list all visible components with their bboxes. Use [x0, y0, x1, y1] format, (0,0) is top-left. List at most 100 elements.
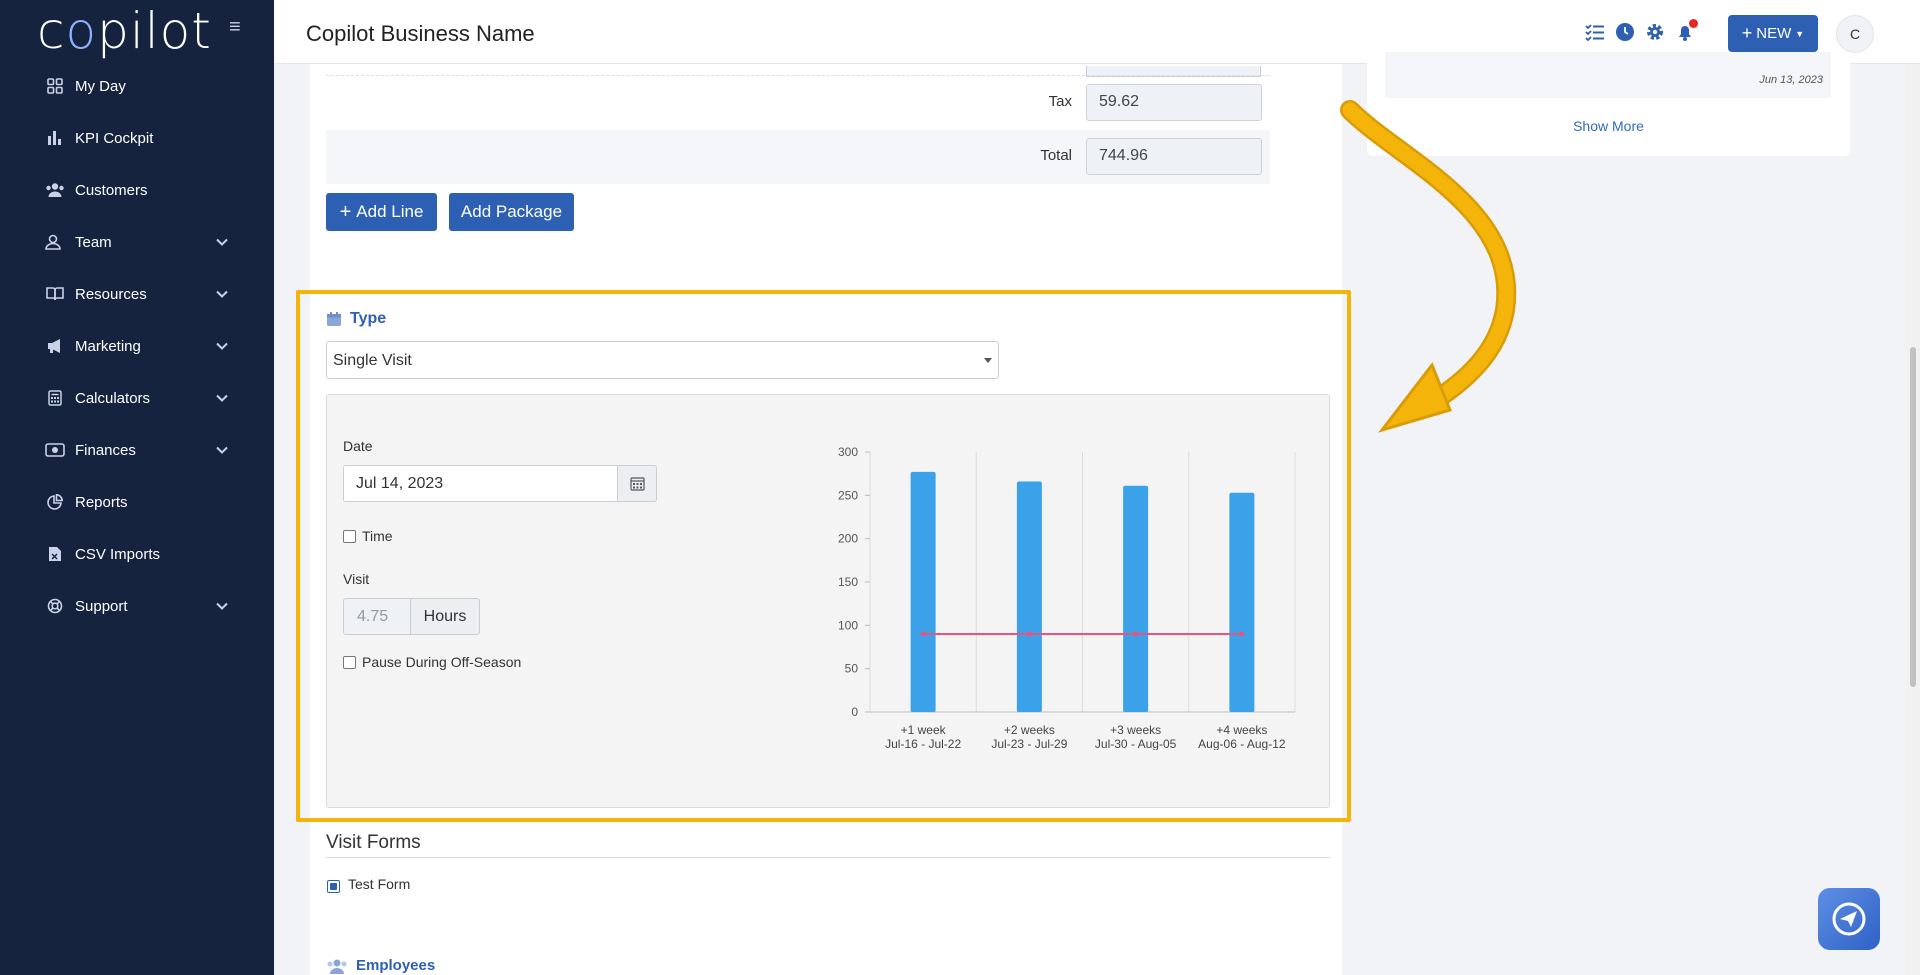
employees-heading: Employees — [326, 957, 435, 974]
x-tick-label: +1 week — [901, 723, 947, 737]
visit-label: Visit — [343, 571, 370, 587]
x-tick-sublabel: Jul-23 - Jul-29 — [991, 737, 1067, 750]
sidebar-item-customers[interactable]: Customers — [0, 164, 274, 216]
visit-hours-input[interactable]: 4.75 — [343, 598, 411, 635]
x-tick-label: +2 weeks — [1004, 723, 1055, 737]
notification-dot — [1689, 19, 1698, 28]
x-tick-sublabel: Jul-30 - Aug-05 — [1095, 737, 1177, 750]
add-line-button[interactable]: + Add Line — [326, 193, 437, 231]
y-tick-label: 100 — [838, 618, 858, 632]
copilot-logo[interactable]: copilot — [37, 2, 212, 60]
bar-chart-icon — [45, 128, 65, 148]
checklist-icon[interactable] — [1584, 21, 1606, 43]
book-icon — [45, 284, 65, 304]
calendar-icon — [629, 477, 645, 491]
sidebar-item-support[interactable]: Support — [0, 580, 274, 632]
sidebar-item-csv-imports[interactable]: CSV Imports — [0, 528, 274, 580]
avatar[interactable]: C — [1836, 15, 1874, 53]
calendar-icon — [327, 312, 341, 326]
bell-icon[interactable] — [1674, 19, 1698, 43]
scrollbar-thumb[interactable] — [1910, 347, 1916, 687]
chevron-down-icon — [215, 235, 229, 249]
calendar-picker-button[interactable] — [617, 465, 657, 502]
chevron-down-icon — [215, 339, 229, 353]
y-tick-label: 250 — [838, 488, 858, 502]
type-heading: Type — [326, 310, 386, 328]
pause-off-season-checkbox[interactable] — [343, 656, 356, 669]
x-tick-label: +4 weeks — [1216, 723, 1267, 737]
tax-input[interactable]: 59.62 — [1086, 84, 1262, 121]
threshold-point — [920, 631, 926, 637]
y-tick-label: 0 — [851, 705, 858, 719]
bh-forecast-chart: 050100150200250300BH+1 weekJul-16 - Jul-… — [838, 445, 1296, 750]
callout-arrow — [1340, 100, 1517, 433]
users-icon — [45, 180, 65, 200]
threshold-point — [1133, 631, 1139, 637]
file-csv-icon — [45, 544, 65, 564]
business-name: Copilot Business Name — [306, 21, 535, 46]
total-input[interactable]: 744.96 — [1086, 138, 1262, 175]
pause-off-season-label: Pause During Off-Season — [362, 654, 522, 670]
sidebar-item-label: Calculators — [75, 389, 151, 407]
time-checkbox[interactable] — [343, 530, 356, 543]
sidebar-item-label: Marketing — [75, 337, 141, 355]
chevron-down-icon — [215, 599, 229, 613]
sidebar-item-label: Team — [75, 233, 112, 251]
sidebar-item-label: CSV Imports — [75, 545, 161, 563]
sidebar-item-label: Resources — [75, 285, 147, 303]
sidebar: copilot ≡ My Day KPI Cockpit Customers Team… — [0, 0, 274, 975]
sidebar-item-label: Support — [75, 597, 128, 615]
sidebar-item-resources[interactable]: Resources — [0, 268, 274, 320]
y-tick-label: 50 — [845, 662, 859, 676]
activity-date: Jun 13, 2023 — [1759, 74, 1823, 86]
sidebar-item-kpi-cockpit[interactable]: KPI Cockpit — [0, 112, 274, 164]
add-package-button[interactable]: Add Package — [449, 193, 574, 231]
grid-icon — [45, 76, 65, 96]
new-button[interactable]: + NEW ▼ — [1728, 15, 1818, 52]
gear-icon[interactable] — [1644, 21, 1666, 43]
test-form-label: Test Form — [348, 876, 411, 892]
sidebar-item-team[interactable]: Team — [0, 216, 274, 268]
hamburger-menu-icon[interactable]: ≡ — [229, 16, 241, 39]
pie-chart-icon — [45, 492, 65, 512]
x-tick-label: +3 weeks — [1110, 723, 1161, 737]
x-tick-sublabel: Jul-16 - Jul-22 — [885, 737, 961, 750]
sidebar-item-label: Customers — [75, 181, 148, 199]
sidebar-item-my-day[interactable]: My Day — [0, 60, 274, 112]
type-select[interactable]: Single Visit — [326, 341, 999, 379]
total-row: Total 744.96 — [326, 130, 1270, 184]
user-icon — [45, 232, 65, 252]
chat-button[interactable] — [1818, 888, 1880, 950]
date-input[interactable]: Jul 14, 2023 — [343, 465, 618, 502]
total-label: Total — [1040, 147, 1072, 164]
test-form-checkbox[interactable] — [327, 880, 340, 893]
calculator-icon — [45, 388, 65, 408]
money-icon — [45, 440, 65, 460]
visit-forms-heading: Visit Forms — [326, 832, 421, 853]
users-icon — [327, 959, 347, 974]
sidebar-item-reports[interactable]: Reports — [0, 476, 274, 528]
sidebar-item-label: KPI Cockpit — [75, 129, 154, 147]
sidebar-item-calculators[interactable]: Calculators — [0, 372, 274, 424]
chevron-down-icon — [215, 391, 229, 405]
date-label: Date — [343, 438, 373, 454]
threshold-point — [1026, 631, 1032, 637]
tax-label: Tax — [1048, 93, 1072, 110]
time-label: Time — [362, 528, 393, 544]
megaphone-icon — [45, 336, 65, 356]
chevron-down-icon — [984, 358, 992, 363]
chevron-down-icon — [215, 287, 229, 301]
clock-icon[interactable] — [1614, 21, 1636, 43]
page-scrollbar[interactable] — [1906, 64, 1920, 975]
tax-row: Tax 59.62 — [326, 76, 1270, 130]
sidebar-item-finances[interactable]: Finances — [0, 424, 274, 476]
chart-bar — [910, 471, 936, 712]
x-tick-sublabel: Aug-06 - Aug-12 — [1198, 737, 1286, 750]
sidebar-item-label: My Day — [75, 77, 126, 95]
sidebar-item-marketing[interactable]: Marketing — [0, 320, 274, 372]
sidebar-item-label: Reports — [75, 493, 128, 511]
send-message-icon — [1832, 902, 1866, 936]
chevron-down-icon — [215, 443, 229, 457]
threshold-point — [1239, 631, 1245, 637]
chart-bar — [1229, 492, 1255, 712]
